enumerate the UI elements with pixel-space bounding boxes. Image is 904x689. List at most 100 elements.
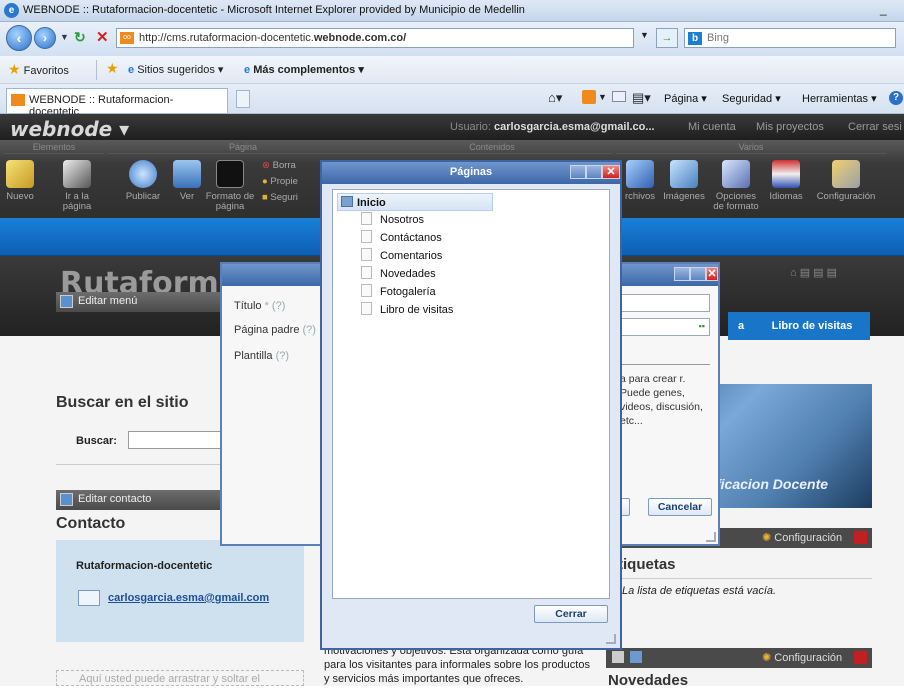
page-label: Nosotros bbox=[380, 214, 425, 226]
cancel-button[interactable]: Cancelar bbox=[648, 498, 712, 516]
page-format-label: Formato de página bbox=[205, 191, 255, 212]
layout-icon bbox=[216, 160, 244, 188]
page-security-button[interactable]: ■ Seguri bbox=[262, 192, 298, 203]
minimize-window-button[interactable]: _ bbox=[880, 3, 902, 19]
security-menu[interactable]: Seguridad ▾ bbox=[722, 92, 781, 105]
site-search-input[interactable] bbox=[128, 431, 228, 449]
forward-button[interactable]: › bbox=[34, 27, 56, 49]
go-button[interactable]: → bbox=[656, 28, 678, 48]
resize-grip[interactable] bbox=[706, 532, 716, 542]
news-heading: Novedades bbox=[608, 672, 689, 689]
tree-node-inicio[interactable]: Inicio bbox=[337, 193, 493, 211]
gear-icon: ✺ bbox=[762, 532, 772, 544]
edit-contact-bar[interactable]: Editar contacto bbox=[56, 490, 220, 510]
tab-webnode[interactable]: WEBNODE :: Rutaformacion-docentetic bbox=[6, 88, 228, 118]
delete-news-icon[interactable] bbox=[854, 651, 867, 664]
delete-tags-icon[interactable] bbox=[854, 531, 867, 544]
navigation-bar: ‹ › ▼ ↻ ✕ oo http://cms.rutaformacion-do… bbox=[0, 22, 904, 56]
tree-node-libro-de-visitas[interactable]: Libro de visitas bbox=[361, 301, 453, 319]
page-properties-button[interactable]: ● Propie bbox=[262, 176, 298, 187]
languages-button[interactable]: Idiomas bbox=[764, 160, 808, 202]
tools-menu[interactable]: Herramientas ▾ bbox=[802, 92, 877, 105]
rss-dropdown-icon[interactable]: ▼ bbox=[598, 92, 607, 102]
my-account-link[interactable]: Mi cuenta bbox=[688, 121, 736, 133]
publish-button[interactable]: Publicar bbox=[118, 160, 168, 202]
tree-node-novedades[interactable]: Novedades bbox=[361, 265, 436, 283]
my-projects-link[interactable]: Mis proyectos bbox=[756, 121, 824, 133]
address-dropdown-icon[interactable]: ▼ bbox=[640, 30, 649, 40]
files-button[interactable]: rchivos bbox=[620, 160, 660, 202]
close-button[interactable]: Cerrar bbox=[534, 605, 608, 623]
pages-dialog-titlebar[interactable]: Páginas ✕ bbox=[322, 162, 620, 184]
address-bar[interactable]: oo http://cms.rutaformacion-docentetic.w… bbox=[116, 28, 634, 48]
resize-grip[interactable] bbox=[606, 634, 616, 644]
help-mark: (?) bbox=[275, 350, 290, 362]
maximize-dialog-button[interactable] bbox=[690, 267, 706, 281]
user-prefix: Usuario: bbox=[450, 121, 495, 133]
news-config-button[interactable]: ✺ Configuración bbox=[762, 651, 842, 664]
webnode-logo[interactable]: webnode ▾ bbox=[10, 117, 129, 141]
nav-tab-libro-de-visitas[interactable]: Libro de visitas bbox=[754, 312, 870, 340]
logout-link[interactable]: Cerrar sesi bbox=[848, 121, 902, 133]
contact-email-link[interactable]: carlosgarcia.esma@gmail.com bbox=[108, 592, 269, 604]
delete-page-button[interactable]: ⊗ Borra bbox=[262, 160, 296, 171]
new-element-button[interactable]: Nuevo bbox=[2, 160, 38, 202]
delete-label: Borra bbox=[272, 160, 296, 171]
divider bbox=[606, 578, 872, 579]
home-icon[interactable]: ⌂▾ bbox=[548, 90, 562, 106]
go-to-page-label: Ir a la página bbox=[62, 191, 92, 212]
help-icon[interactable]: ? bbox=[889, 91, 903, 105]
publish-icon bbox=[129, 160, 157, 188]
languages-label: Idiomas bbox=[769, 191, 803, 202]
tree-node-comentarios[interactable]: Comentarios bbox=[361, 247, 442, 265]
bing-icon: b bbox=[688, 32, 702, 45]
required-mark: * bbox=[264, 300, 269, 312]
edit-menu-bar[interactable]: Editar menú bbox=[56, 292, 220, 312]
refresh-icon[interactable]: ↻ bbox=[74, 29, 86, 46]
page-title-input[interactable] bbox=[620, 294, 710, 312]
files-icon bbox=[626, 160, 654, 188]
minimize-dialog-button[interactable] bbox=[674, 267, 690, 281]
favorites-button[interactable]: ★ Favoritos bbox=[8, 61, 69, 78]
configuration-button[interactable]: Configuración bbox=[810, 160, 882, 202]
nav-tab-partial[interactable]: a bbox=[728, 312, 754, 340]
page-icon bbox=[361, 248, 372, 261]
description-text: motivaciones y objetivos. Esta organizad… bbox=[324, 645, 590, 685]
close-pages-dialog-button[interactable]: ✕ bbox=[602, 165, 620, 179]
maximize-pages-dialog-button[interactable] bbox=[586, 165, 602, 179]
add-favorite-icon[interactable]: ★ bbox=[106, 60, 119, 77]
parent-page-select[interactable]: ▪▪ bbox=[620, 318, 710, 336]
tags-config-button[interactable]: ✺ Configuración bbox=[762, 531, 842, 544]
mail-icon[interactable] bbox=[612, 91, 626, 102]
minimize-pages-dialog-button[interactable] bbox=[570, 165, 586, 179]
history-dropdown-icon[interactable]: ▼ bbox=[60, 32, 69, 42]
print-icon[interactable]: ▤▾ bbox=[632, 90, 651, 106]
back-button[interactable]: ‹ bbox=[6, 25, 32, 51]
view-button[interactable]: Ver bbox=[170, 160, 204, 202]
images-button[interactable]: Imágenes bbox=[658, 160, 710, 202]
new-tab-button[interactable] bbox=[236, 90, 250, 108]
help-mark: (?) bbox=[271, 300, 286, 312]
tree-node-contactanos[interactable]: Contáctanos bbox=[361, 229, 442, 247]
header-icons[interactable]: ⌂ ▤ ▤ ▤ bbox=[790, 266, 837, 279]
go-to-page-button[interactable]: Ir a la página bbox=[52, 160, 102, 212]
parent-label-text: Página padre bbox=[234, 324, 300, 336]
pages-dialog: Páginas ✕ Inicio Nosotros Contáctanos Co… bbox=[320, 160, 622, 650]
view-label: Ver bbox=[179, 191, 195, 202]
search-input[interactable]: b Bing bbox=[684, 28, 896, 48]
edit-icon[interactable] bbox=[630, 651, 642, 663]
close-dialog-button[interactable]: ✕ bbox=[706, 267, 718, 281]
page-format-button[interactable]: Formato de página bbox=[202, 160, 258, 212]
help-mark: (?) bbox=[302, 324, 316, 336]
stop-icon[interactable]: ✕ bbox=[96, 28, 109, 46]
more-addons-button[interactable]: e Más complementos ▾ bbox=[244, 63, 364, 76]
rss-icon[interactable] bbox=[582, 90, 596, 104]
suggested-sites-button[interactable]: e Sitios sugeridos ▾ bbox=[128, 63, 223, 76]
move-icon[interactable] bbox=[612, 651, 624, 663]
tree-node-fotogaleria[interactable]: Fotogalería bbox=[361, 283, 436, 301]
page-menu[interactable]: Página ▾ bbox=[664, 92, 707, 105]
template-label-text: Plantilla bbox=[234, 350, 273, 362]
format-options-button[interactable]: Opciones de formato bbox=[710, 160, 762, 212]
group-elementos: Elementos bbox=[4, 142, 104, 154]
tree-node-nosotros[interactable]: Nosotros bbox=[361, 211, 424, 229]
